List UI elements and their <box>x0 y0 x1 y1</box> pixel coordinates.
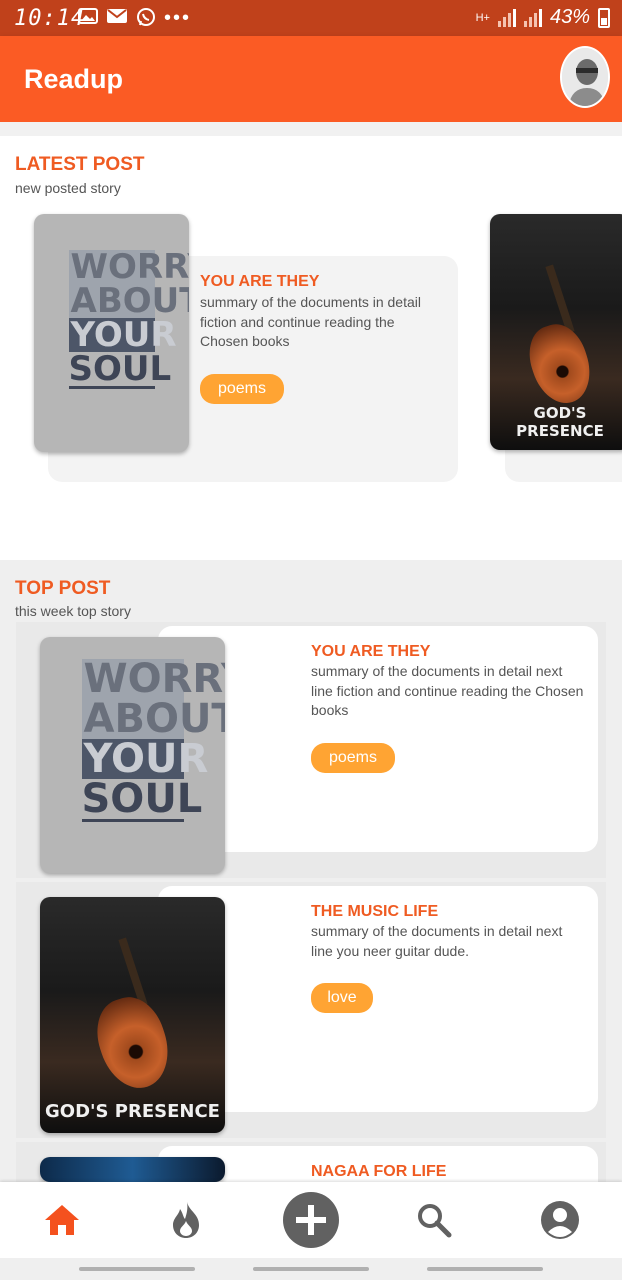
post-title[interactable]: NAGAA FOR LIFE <box>311 1163 446 1181</box>
bottom-navigation <box>0 1182 622 1258</box>
latest-post-subtitle: new posted story <box>15 180 121 196</box>
nav-search[interactable] <box>404 1192 464 1248</box>
book-cover-image[interactable]: GOD'S PRESENCE <box>490 214 622 450</box>
battery-icon <box>598 7 610 28</box>
nav-account[interactable] <box>530 1192 590 1248</box>
nav-home[interactable] <box>32 1192 92 1248</box>
book-cover-image[interactable]: WORRY ABOUT YOUR SOUL <box>40 637 225 873</box>
status-notification-icons: ••• <box>78 7 191 32</box>
top-post-subtitle: this week top story <box>15 603 131 619</box>
nav-add[interactable] <box>281 1192 341 1248</box>
gesture-handle[interactable] <box>427 1267 543 1271</box>
book-cover-image[interactable]: WORRY ABOUT YOUR SOUL <box>34 214 189 452</box>
image-icon <box>78 7 98 32</box>
post-summary: summary of the documents in detail ficti… <box>200 294 421 349</box>
tag-chip[interactable]: poems <box>311 743 395 773</box>
mail-icon <box>106 7 128 32</box>
status-bar: 10:14 ••• H+ 43% <box>0 0 622 36</box>
cover-caption: GOD'S PRESENCE <box>516 404 604 440</box>
cover-text-line: WORRY <box>68 247 189 287</box>
battery-percent: 43% <box>549 6 590 28</box>
book-cover-image[interactable]: GOD'S PRESENCE <box>40 897 225 1133</box>
post-summary: summary of the documents in detail next … <box>311 923 563 959</box>
latest-post-heading: LATEST POST <box>15 154 145 175</box>
status-right: H+ 43% <box>476 6 610 29</box>
cover-caption: GOD'S PRESENCE <box>45 1101 220 1122</box>
gesture-bar <box>0 1258 622 1280</box>
gesture-handle[interactable] <box>79 1267 195 1271</box>
account-icon <box>541 1201 579 1239</box>
home-icon <box>45 1205 79 1235</box>
signal-icon-2 <box>523 8 542 27</box>
cover-text-line: SOUL <box>81 776 203 822</box>
gesture-handle[interactable] <box>253 1267 369 1271</box>
app-bar: Readup <box>0 36 622 122</box>
trending-fire-icon <box>173 1202 199 1238</box>
signal-icon <box>497 8 516 27</box>
status-time: 10:14 <box>14 6 86 31</box>
cover-text-line: SOUL <box>68 349 172 389</box>
tag-chip[interactable]: love <box>311 983 373 1013</box>
app-bar-shadow-gap <box>0 122 622 136</box>
cover-text-line: ABOUT <box>81 696 225 742</box>
cover-text-line: WORRY <box>81 656 225 702</box>
whatsapp-icon <box>136 7 156 32</box>
cover-text-line: YOUR <box>68 315 177 355</box>
network-type: H+ <box>475 11 490 24</box>
cover-text-line: YOUR <box>81 736 209 782</box>
top-post-heading: TOP POST <box>15 578 111 599</box>
post-title[interactable]: THE MUSIC LIFE <box>311 903 438 921</box>
cover-text-line: ABOUT <box>68 281 189 321</box>
post-summary: summary of the documents in detail next … <box>311 663 584 718</box>
nav-trending[interactable] <box>156 1192 216 1248</box>
add-icon <box>283 1192 339 1248</box>
post-title[interactable]: YOU ARE THEY <box>311 643 430 661</box>
more-icon: ••• <box>164 7 192 29</box>
avatar[interactable] <box>560 46 610 108</box>
post-title[interactable]: YOU ARE THEY <box>200 273 319 291</box>
tag-chip[interactable]: poems <box>200 374 284 404</box>
book-cover-image[interactable] <box>40 1157 225 1182</box>
search-icon <box>418 1204 452 1238</box>
app-title: Readup <box>24 64 124 94</box>
